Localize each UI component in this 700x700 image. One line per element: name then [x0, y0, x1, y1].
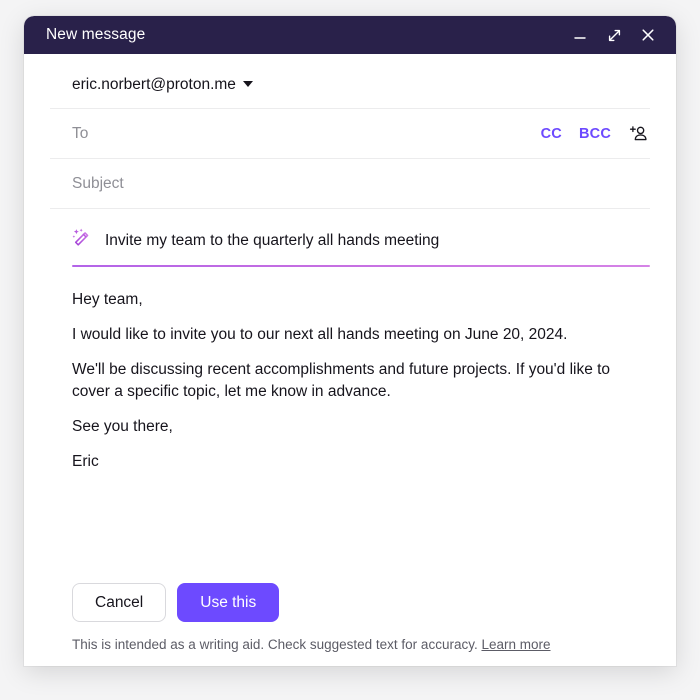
message-paragraph: See you there,	[72, 418, 173, 435]
composer-body: eric.norbert@proton.me To CC BCC Subject…	[24, 54, 676, 666]
window-title: New message	[46, 26, 146, 43]
chevron-down-icon	[242, 80, 253, 87]
maximize-button[interactable]	[600, 22, 628, 48]
minimize-icon	[574, 37, 586, 39]
assistant-footer: Cancel Use this This is intended as a wr…	[50, 582, 650, 667]
assistant-actions: Cancel Use this	[72, 582, 650, 622]
new-message-window: New message eric.norbert@proton.me To CC…	[24, 16, 676, 666]
expand-icon	[608, 29, 620, 41]
from-row: eric.norbert@proton.me	[50, 54, 650, 108]
window-titlebar[interactable]: New message	[24, 16, 676, 54]
assistant-disclaimer: This is intended as a writing aid. Check…	[72, 637, 650, 652]
message-paragraph: We'll be discussing recent accomplishmen…	[72, 361, 611, 400]
bcc-toggle[interactable]: BCC	[579, 126, 611, 142]
from-address-text: eric.norbert@proton.me	[72, 76, 236, 93]
assistant-prompt-row[interactable]: Invite my team to the quarterly all hand…	[50, 217, 650, 265]
to-field-row[interactable]: To CC BCC	[50, 108, 650, 158]
magic-wand-glyph	[72, 228, 89, 246]
to-input[interactable]: To	[72, 125, 541, 143]
message-paragraph: I would like to invite you to our next a…	[72, 326, 568, 343]
subject-input[interactable]: Subject	[72, 175, 650, 193]
disclaimer-text: This is intended as a writing aid. Check…	[72, 637, 478, 652]
cancel-button[interactable]: Cancel	[72, 582, 167, 622]
use-this-button[interactable]: Use this	[177, 582, 280, 622]
add-contact-button[interactable]	[629, 124, 648, 143]
assistant-prompt-input[interactable]: Invite my team to the quarterly all hand…	[105, 232, 439, 250]
generated-message-body[interactable]: Hey team, I would like to invite you to …	[50, 267, 650, 583]
add-contact-icon	[629, 126, 647, 141]
learn-more-link[interactable]: Learn more	[481, 637, 550, 652]
recipient-actions: CC BCC	[541, 124, 650, 143]
subject-field-row[interactable]: Subject	[50, 158, 650, 208]
window-controls	[566, 22, 662, 48]
from-address-selector[interactable]: eric.norbert@proton.me	[72, 76, 253, 94]
message-paragraph: Hey team,	[72, 291, 143, 308]
minimize-button[interactable]	[566, 22, 594, 48]
message-paragraph: Eric	[72, 453, 99, 470]
assistant-prompt-section: Invite my team to the quarterly all hand…	[50, 208, 650, 267]
close-button[interactable]	[634, 22, 662, 48]
close-icon	[642, 29, 654, 41]
cc-toggle[interactable]: CC	[541, 126, 562, 142]
magic-wand-icon	[72, 228, 93, 254]
